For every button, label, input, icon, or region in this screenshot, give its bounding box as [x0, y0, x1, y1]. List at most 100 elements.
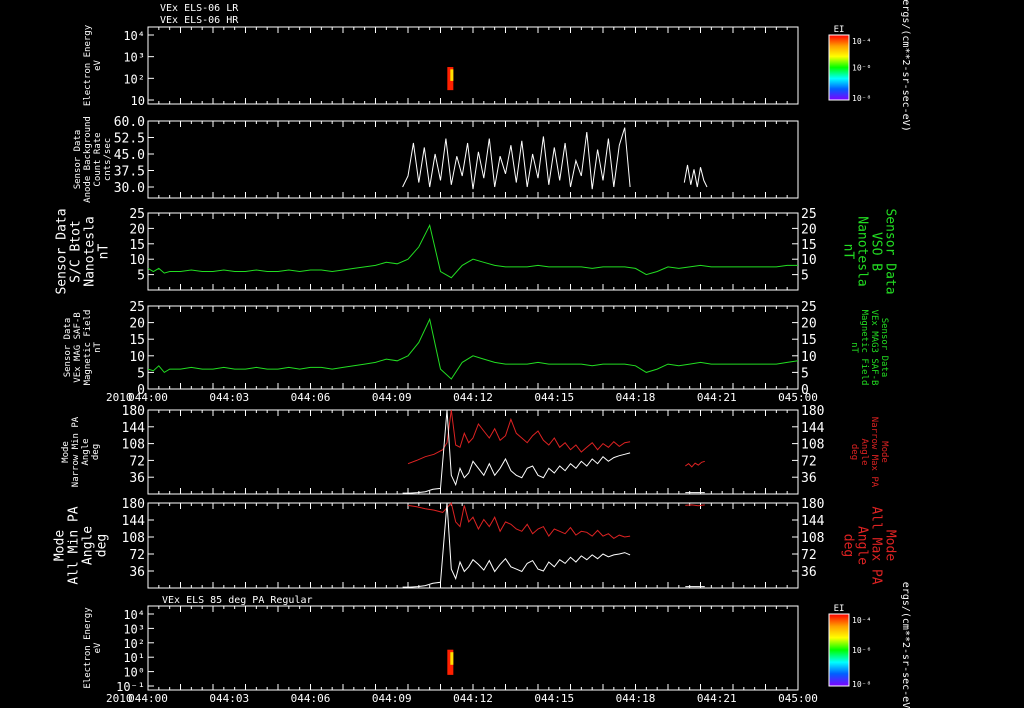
panel3-ylabel-line: Sensor Data — [55, 208, 70, 294]
panel6-y-tick-label-right: 72 — [801, 548, 817, 563]
panel4-y-tick-label-right: 20 — [801, 317, 817, 332]
panel2-y-tick-label: 45.0 — [114, 148, 145, 163]
panel2-ylabel-line: Sensor Data — [73, 130, 83, 190]
panel6-y-tick-label-right: 36 — [801, 565, 817, 580]
panel6-ylabel-line: Angle — [81, 526, 96, 565]
panel4-right-label-line: nT — [849, 342, 859, 353]
panel3-y-tick-label-right: 25 — [801, 207, 817, 222]
time-axis-2-tick-label: 045:00 — [778, 692, 818, 705]
time-axis-1-tick-label: 044:18 — [616, 391, 656, 404]
panel1-y-tick-label: 10⁴ — [123, 29, 145, 43]
time-axis-1-tick-label: 044:09 — [372, 391, 412, 404]
panel6-right-label-line: deg — [840, 534, 855, 557]
panel6-y-tick-label-right: 144 — [801, 514, 825, 529]
panel2-y-tick-label: 60.0 — [114, 115, 145, 130]
panel7-colorbar-title: EI — [834, 604, 845, 614]
panel1-ylabel-line: Electron Energy — [83, 24, 93, 106]
panel5-ylabel-line: Narrow Min PA — [71, 416, 81, 487]
panel5-ylabel-line: Angle — [81, 438, 91, 465]
panel6-y-tick-label-right: 180 — [801, 497, 824, 512]
time-axis-2-tick-label: 044:15 — [534, 692, 574, 705]
panel5-ylabel-line: deg — [91, 444, 101, 460]
panel4-y-tick-label: 5 — [137, 366, 145, 381]
panel1-colorbar-label: 10⁻⁶ — [852, 64, 871, 73]
panel7-ylabel-line: eV — [93, 642, 103, 653]
panel3-right-label-line: VSO B — [868, 232, 883, 271]
panel4-right-label-line: Magnetic Field — [859, 310, 869, 386]
panel7-colorbar-label: 10⁻⁶ — [852, 646, 871, 655]
panel1-y-tick-label: 10 — [131, 94, 145, 108]
panel6-right-label-line: Mode — [882, 530, 897, 561]
panel3-ylabel-line: Nanotesla — [83, 216, 98, 286]
panel5-right-label-line: Narrow Max PA — [869, 417, 879, 488]
time-axis-1-tick-label: 044:15 — [534, 391, 574, 404]
panel4-ylabel-line: Sensor Data — [63, 318, 73, 378]
panel5-right-label-line: Mode — [879, 441, 889, 463]
panel3-y-tick-label-right: 5 — [801, 269, 809, 284]
time-axis-2-tick-label: 044:09 — [372, 692, 412, 705]
panel6-y-tick-label-right: 108 — [801, 531, 824, 546]
panel6-right-label-line: Angle — [854, 526, 869, 565]
panel5-y-tick-label: 72 — [129, 454, 145, 469]
panel7-ylabel-line: Electron Energy — [83, 607, 93, 689]
time-axis-1-tick-label: 044:06 — [291, 391, 331, 404]
panel3-y-tick-label: 15 — [129, 238, 145, 253]
panel4-y-tick-label-right: 5 — [801, 366, 809, 381]
panel3-y-tick-label-right: 20 — [801, 222, 817, 237]
panel3-y-tick-label: 10 — [129, 253, 145, 268]
panel4-ylabel-line: Magnetic Field — [83, 310, 93, 386]
panel6-y-tick-label: 72 — [129, 548, 145, 563]
panel7-hot-core — [450, 652, 454, 665]
panel2-ylabel-line: Count Rate — [93, 132, 103, 186]
time-axis-2-tick-label: 044:18 — [616, 692, 656, 705]
panel5-ylabel-line: Mode — [61, 441, 71, 463]
panel1-y-tick-label: 10³ — [123, 51, 145, 65]
panel2-y-tick-label: 37.5 — [114, 165, 145, 180]
panel3-y-tick-label: 5 — [137, 269, 145, 284]
panel7-y-tick-label: 10⁴ — [123, 608, 145, 622]
header-line-2: VEx ELS-06 HR — [160, 15, 239, 26]
panel7-colorbar-label: 10⁻⁸ — [852, 680, 871, 689]
panel5-y-tick-label-right: 108 — [801, 438, 824, 453]
time-axis-1-tick-label: 044:21 — [697, 391, 737, 404]
time-axis-2-tick-label: 044:03 — [209, 692, 249, 705]
panel6-ylabel-line: Mode — [53, 530, 68, 561]
panel1-colorbar-label: 10⁻⁴ — [852, 37, 871, 46]
panel7-y-tick-label: 10⁰ — [123, 666, 145, 680]
panel1-hot-core — [450, 69, 454, 81]
panel7-colorbar — [828, 613, 850, 687]
panel5-y-tick-label: 108 — [122, 438, 145, 453]
panel7-y-tick-label: 10¹ — [123, 651, 145, 665]
time-axis-1-tick-label: 044:03 — [209, 391, 249, 404]
panel3-ylabel-line: nT — [97, 244, 112, 260]
panel5-right-label-line: Angle — [859, 438, 869, 465]
panel5-y-tick-label-right: 180 — [801, 404, 824, 419]
time-axis-2-tick-label: 044:21 — [697, 692, 737, 705]
panel6-y-tick-label: 36 — [129, 565, 145, 580]
panel4-right-label-line: Sensor Data — [879, 318, 889, 378]
panel6-ylabel-line: deg — [95, 534, 110, 557]
panel6-y-tick-label: 144 — [122, 514, 146, 529]
panel2-y-tick-label: 52.5 — [114, 132, 145, 147]
panel7-y-tick-label: 10² — [123, 637, 145, 651]
panel5-y-tick-label: 144 — [122, 421, 146, 436]
panel3-right-label-line: Sensor Data — [882, 208, 897, 294]
panel3-ylabel-line: S/C Btot — [69, 220, 84, 283]
multi-panel-plot: VEx ELS-06 LR VEx ELS-06 HR VEx ELS 85 d… — [0, 0, 1024, 708]
panel1-unit-label: ergs/(cm**2-sr-sec-eV) — [900, 0, 911, 132]
panel5-y-tick-label-right: 36 — [801, 471, 817, 486]
panel1-colorbar-title: EI — [834, 25, 845, 35]
panel7-unit-label-text: ergs/(cm**2-sr-sec-eV) — [900, 582, 911, 708]
panel6-y-tick-label: 108 — [122, 531, 145, 546]
panel5-y-tick-label: 36 — [129, 471, 145, 486]
panel7-y-tick-label: 10³ — [123, 622, 145, 636]
panel3-y-tick-label-right: 10 — [801, 253, 817, 268]
panel4-y-tick-label-right: 10 — [801, 350, 817, 365]
panel1-unit-label-text: ergs/(cm**2-sr-sec-eV) — [900, 0, 911, 132]
panel1-colorbar-label: 10⁻⁸ — [852, 94, 871, 103]
panel4-ylabel-line: nT — [93, 342, 103, 353]
panel3-y-tick-label: 25 — [129, 207, 145, 222]
panel4-ylabel-line: VEx MAG SAF-B — [73, 312, 83, 382]
panel2-y-tick-label: 30.0 — [114, 181, 145, 196]
panel1-y-tick-label: 10² — [123, 72, 145, 86]
